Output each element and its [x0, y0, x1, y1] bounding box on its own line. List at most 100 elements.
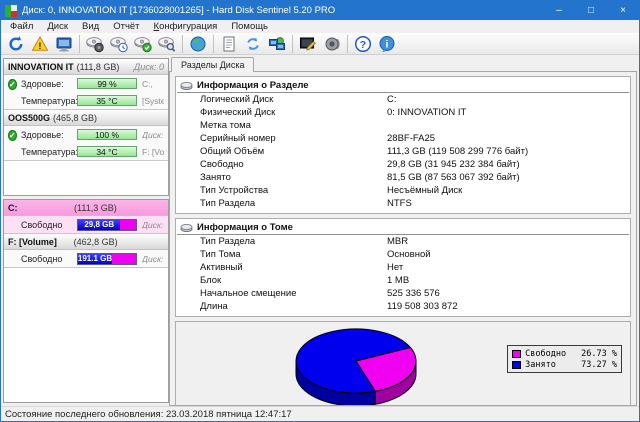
info-row: Общий Объём 111,3 GB (119 508 299 776 бай…	[177, 145, 629, 158]
disk-number: Диск: 0	[142, 219, 164, 230]
disk-ok-icon[interactable]	[131, 34, 155, 54]
info-label: Логический Диск	[200, 94, 274, 105]
info-row: Тип Тома Основной	[177, 248, 629, 261]
disk-test-icon[interactable]	[155, 34, 179, 54]
info-label: Общий Объём	[200, 146, 265, 157]
usage-bar: 191.1 GB	[77, 252, 137, 265]
menu-bar: Файл Диск Вид Отчёт Конфигурация Помощь	[1, 20, 639, 33]
info-row: Блок 1 MB	[177, 274, 629, 287]
info-value: C:	[387, 94, 397, 105]
info-row: Серийный номер 28BF-FA25	[177, 132, 629, 145]
status-bar: Состояние последнего обновления: 23.03.2…	[1, 406, 639, 421]
free-space-row: Свободно 191.1 GB Диск: 1	[4, 250, 168, 267]
health-row: ✓ Здоровье: 99 % C:,	[4, 75, 168, 92]
volume-info-box: Информация о Томе Тип Раздела MBR Тип Тома…	[175, 218, 631, 317]
disk-header: OOS500G (465,8 GB)	[4, 110, 168, 126]
refresh-icon[interactable]	[4, 34, 28, 54]
partition-header: F: [Volume] (462,8 GB)	[4, 234, 168, 250]
menu-view[interactable]: Вид	[75, 21, 106, 32]
menu-report[interactable]: Отчёт	[106, 21, 146, 32]
network-icon[interactable]	[265, 34, 289, 54]
maximize-button[interactable]: □	[575, 1, 607, 20]
usage-bar: 29,8 GB	[77, 218, 137, 231]
disk-name: INNOVATION IT	[8, 61, 74, 72]
info-label: Метка тома	[200, 120, 251, 131]
toolbar-separator	[292, 34, 293, 53]
usage-bar-used: 191.1 GB	[77, 253, 113, 264]
temperature-bar: 35 °C	[77, 95, 137, 106]
app-window: Диск: 0, INNOVATION IT [1736028001265] -…	[0, 0, 640, 422]
report-icon[interactable]	[217, 34, 241, 54]
partition-header: C: (111,3 GB)	[4, 200, 168, 216]
partition-entry-c[interactable]: C: (111,3 GB) Свободно 29,8 GB Диск: 0	[4, 200, 168, 234]
menu-help[interactable]: Помощь	[224, 21, 275, 32]
disk-size: (465,8 GB)	[53, 112, 98, 123]
partition-name: F: [Volume]	[8, 236, 57, 247]
info-label: Активный	[200, 262, 243, 273]
partition-info-box: Информация о Разделе Логический Диск C: Фи…	[175, 76, 631, 214]
info-value: MBR	[387, 236, 409, 247]
info-row: Физический Диск 0: INNOVATION IT	[177, 106, 629, 119]
info-label: Начальное смещение	[200, 288, 297, 299]
info-value: 0: INNOVATION IT	[387, 107, 467, 118]
disk-entry-0[interactable]: INNOVATION IT (111,8 GB) Диск: 0 ✓ Здоро…	[4, 59, 168, 110]
tab-panel: Информация о Разделе Логический Диск C: Фи…	[169, 71, 637, 406]
disk-number: Диск: 0	[133, 61, 164, 72]
volume-info-rows: Тип Раздела MBR Тип Тома Основной Активный Не…	[177, 235, 629, 313]
disk-entry-1[interactable]: OOS500G (465,8 GB) ✓ Здоровье: 100 % Дис…	[4, 110, 168, 161]
menu-configuration[interactable]: Конфигурация	[147, 21, 225, 32]
status-text: Состояние последнего обновления: 23.03.2…	[5, 408, 292, 420]
info-row: Свободно 29,8 GB (31 945 232 384 байт)	[177, 158, 629, 171]
display-settings-icon[interactable]	[296, 34, 320, 54]
free-label: Свободно	[21, 219, 63, 230]
info-value: Несъёмный Диск	[387, 185, 463, 196]
toolbar-separator	[79, 34, 80, 53]
sync-icon[interactable]	[241, 34, 265, 54]
volume-letters: C:,	[142, 78, 153, 89]
partition-entry-f[interactable]: F: [Volume] (462,8 GB) Свободно 191.1 GB…	[4, 234, 168, 268]
menu-file[interactable]: Файл	[3, 21, 40, 32]
legend-swatch-used	[512, 360, 522, 369]
info-row: Начальное смещение 525 336 576	[177, 287, 629, 300]
health-bar: 100 %	[77, 129, 137, 140]
partition-list: C: (111,3 GB) Свободно 29,8 GB Диск: 0	[3, 199, 169, 403]
help-icon[interactable]: ?	[351, 34, 375, 54]
info-row: Метка тома	[177, 119, 629, 132]
health-row: ✓ Здоровье: 100 % Диск: 1	[4, 126, 168, 143]
info-value: 1 MB	[387, 275, 410, 286]
disk-monitor-icon[interactable]	[52, 34, 76, 54]
toolbar-separator	[213, 34, 214, 53]
partition-size: (462,8 GB)	[73, 236, 118, 247]
pie-chart	[295, 328, 417, 405]
partition-section-icon	[180, 81, 193, 90]
disk-detect-icon[interactable]	[83, 34, 107, 54]
window-title: Диск: 0, INNOVATION IT [1736028001265] -…	[22, 5, 336, 16]
menu-disk[interactable]: Диск	[40, 21, 75, 32]
free-space-row: Свободно 29,8 GB Диск: 0	[4, 216, 168, 233]
sound-icon[interactable]	[320, 34, 344, 54]
online-icon[interactable]	[186, 34, 210, 54]
alerts-icon[interactable]: !	[28, 34, 52, 54]
info-label: Тип Тома	[200, 249, 241, 260]
volume-letters: F: [Volume]	[142, 146, 164, 157]
info-value: Нет	[387, 262, 404, 273]
minimize-button[interactable]: –	[543, 1, 575, 20]
partition-size: (111,3 GB)	[74, 202, 117, 213]
temperature-row: Температура: 34 °C F: [Volume]	[4, 143, 168, 160]
left-sidebar: INNOVATION IT (111,8 GB) Диск: 0 ✓ Здоро…	[3, 55, 169, 406]
close-button[interactable]: ×	[607, 1, 639, 20]
temperature-label: Температура:	[21, 95, 79, 106]
disk-schedule-icon[interactable]	[107, 34, 131, 54]
disk-name: OOS500G	[8, 112, 51, 123]
info-row: Тип Устройства Несъёмный Диск	[177, 184, 629, 197]
legend-swatch-free	[512, 349, 522, 358]
legend-label: Свободно	[525, 348, 567, 359]
content-area: Разделы Диска Информация о Разделе Логич…	[169, 55, 637, 406]
info-label: Тип Раздела	[200, 198, 256, 209]
disk-size: (111,8 GB)	[76, 61, 120, 72]
about-icon[interactable]: i	[375, 34, 399, 54]
svg-text:?: ?	[360, 39, 366, 51]
health-label: Здоровье:	[21, 129, 64, 140]
tab-disk-partitions[interactable]: Разделы Диска	[171, 57, 255, 72]
section-title: Информация о Томе	[197, 221, 293, 233]
